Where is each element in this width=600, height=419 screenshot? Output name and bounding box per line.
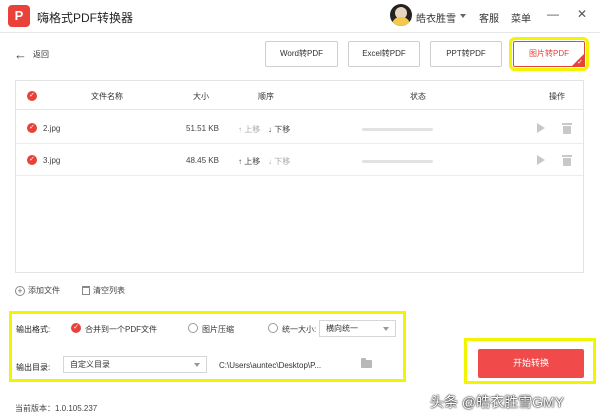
back-button[interactable]: ← 返回: [14, 48, 49, 61]
close-icon[interactable]: ✕: [574, 7, 590, 21]
delete-icon[interactable]: [562, 154, 572, 166]
header-action: 操作: [549, 92, 565, 101]
add-icon: +: [15, 285, 25, 296]
header-name: 文件名称: [91, 92, 123, 101]
uniform-size-value: 横向统一: [326, 324, 358, 333]
back-label: 返回: [33, 50, 49, 59]
row-checkbox[interactable]: ✓: [27, 155, 37, 165]
start-convert-button[interactable]: 开始转换: [478, 349, 584, 378]
watermark-text: 头条 @皓衣胜雪GMY: [430, 394, 564, 410]
uniform-size-radio[interactable]: [268, 323, 278, 333]
app-title: 嗨格式PDF转换器: [37, 11, 134, 25]
tab-image-to-pdf[interactable]: 图片转PDF ✓: [509, 37, 589, 71]
folder-icon[interactable]: [361, 358, 372, 368]
chevron-down-icon[interactable]: [460, 14, 466, 18]
minimize-icon[interactable]: —: [545, 7, 561, 21]
merge-option-label[interactable]: 合并到一个PDF文件: [85, 324, 157, 335]
move-up-button[interactable]: ↑ 上移: [238, 124, 260, 135]
title-bar: P 嗨格式PDF转换器 皓衣胜雪 客服 菜单 — ✕: [0, 0, 600, 33]
output-format-label: 输出格式:: [16, 325, 51, 334]
play-icon[interactable]: [537, 123, 545, 133]
move-down-button[interactable]: ↓ 下移: [268, 124, 290, 135]
uniform-size-select[interactable]: 横向统一: [319, 320, 396, 337]
delete-icon[interactable]: [562, 122, 572, 134]
check-icon: ✓: [577, 59, 583, 66]
header-status: 状态: [410, 92, 426, 101]
table-header: ✓ 文件名称 大小 顺序 状态 操作: [16, 81, 583, 110]
tab-image-to-pdf-label: 图片转PDF: [529, 49, 569, 58]
add-file-label: 添加文件: [28, 286, 60, 295]
table-row: ✓ 3.jpg 48.45 KB ↑ 上移 ↓ 下移: [16, 145, 583, 176]
move-up-button[interactable]: ↑ 上移: [238, 156, 260, 167]
output-dir-path: C:\Users\auntec\Desktop\P...: [219, 361, 322, 370]
progress-bar: [362, 160, 433, 163]
service-link[interactable]: 客服: [479, 10, 499, 25]
row-checkbox[interactable]: ✓: [27, 123, 37, 133]
output-dir-select[interactable]: 自定义目录: [63, 356, 207, 373]
chevron-down-icon: [194, 363, 200, 367]
app-logo: P: [8, 5, 30, 27]
file-name: 3.jpg: [43, 156, 61, 165]
file-list-panel: ✓ 文件名称 大小 顺序 状态 操作 ✓ 2.jpg 51.51 KB ↑ 上移…: [15, 80, 584, 273]
chevron-down-icon: [383, 327, 389, 331]
file-size: 48.45 KB: [186, 156, 219, 165]
output-dir-label: 输出目录:: [16, 363, 51, 372]
merge-radio[interactable]: ✓: [71, 323, 81, 333]
compress-radio[interactable]: [188, 323, 198, 333]
compress-option-label[interactable]: 图片压缩: [202, 324, 234, 335]
uniform-size-label[interactable]: 统一大小:: [282, 324, 316, 335]
header-size: 大小: [193, 92, 209, 101]
tab-ppt-to-pdf[interactable]: PPT转PDF: [430, 41, 502, 67]
header-order: 顺序: [258, 92, 274, 101]
back-arrow-icon: ←: [14, 47, 27, 62]
tab-word-to-pdf[interactable]: Word转PDF: [265, 41, 338, 67]
output-dir-value: 自定义目录: [70, 360, 110, 369]
table-row: ✓ 2.jpg 51.51 KB ↑ 上移 ↓ 下移: [16, 113, 583, 144]
move-down-button[interactable]: ↓ 下移: [268, 156, 290, 167]
tab-excel-to-pdf[interactable]: Excel转PDF: [348, 41, 420, 67]
avatar[interactable]: [390, 4, 412, 26]
user-name[interactable]: 皓衣胜雪: [416, 10, 456, 25]
file-name: 2.jpg: [43, 124, 61, 133]
select-all-checkbox[interactable]: ✓: [27, 91, 37, 101]
add-file-button[interactable]: + 添加文件: [15, 285, 60, 296]
trash-icon: [82, 286, 90, 295]
clear-list-button[interactable]: 清空列表: [82, 285, 125, 296]
menu-link[interactable]: 菜单: [511, 10, 531, 25]
version-text: 当前版本：1.0.105.237: [15, 404, 98, 413]
play-icon[interactable]: [537, 155, 545, 165]
file-size: 51.51 KB: [186, 124, 219, 133]
clear-list-label: 清空列表: [93, 286, 125, 295]
progress-bar: [362, 128, 433, 131]
